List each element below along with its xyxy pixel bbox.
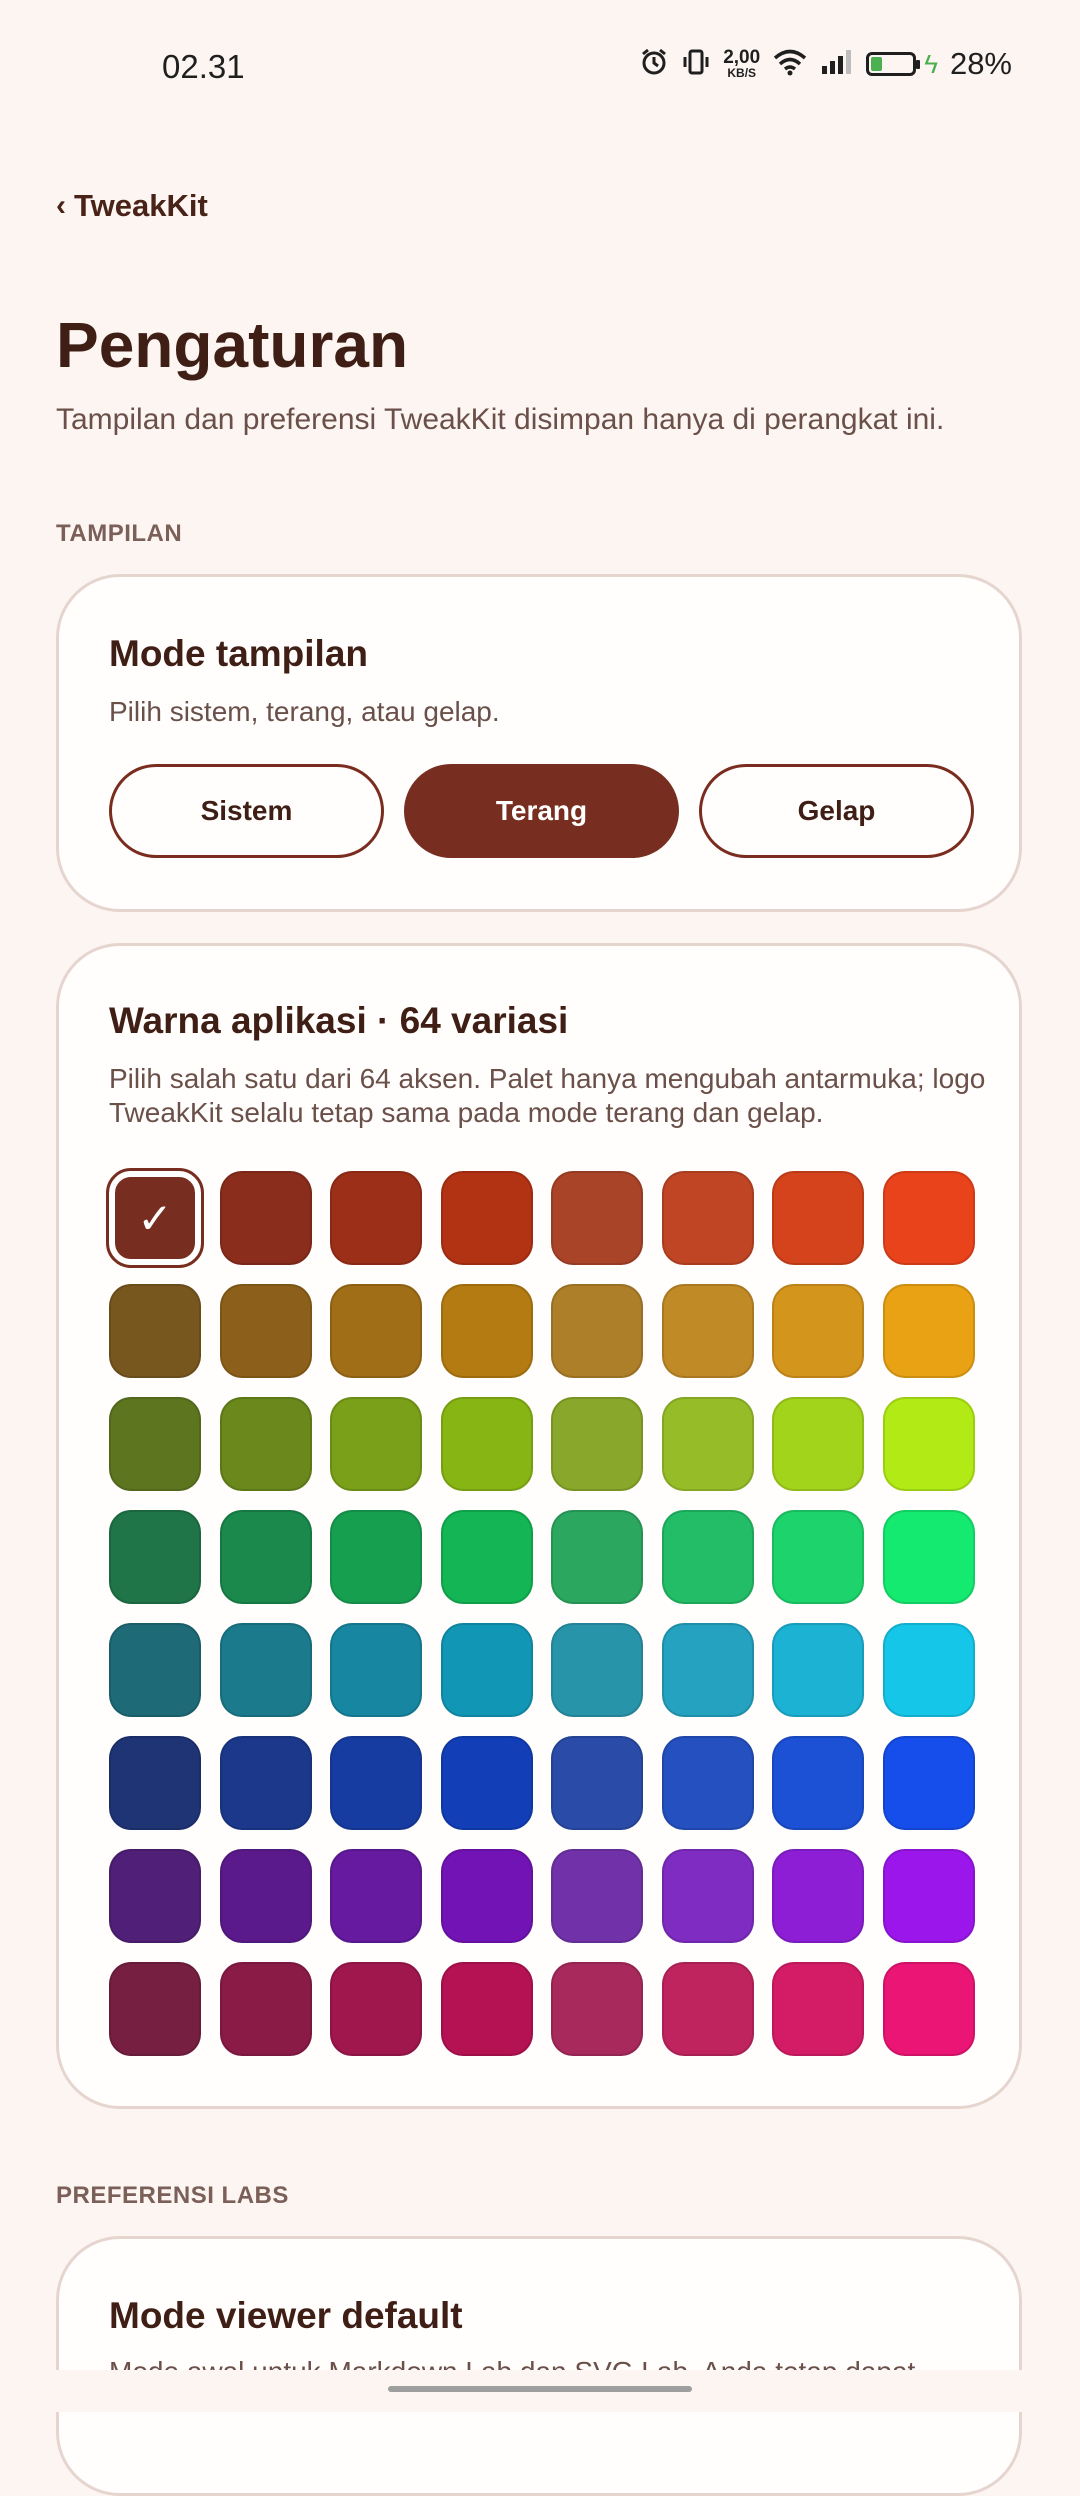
home-indicator[interactable] — [388, 2386, 692, 2392]
color-swatch[interactable] — [440, 1397, 533, 1491]
color-swatch[interactable] — [882, 1849, 975, 1943]
color-swatch[interactable] — [661, 1171, 754, 1265]
color-swatch[interactable] — [109, 1849, 201, 1943]
viewer-mode-card: Mode viewer default Mode awal untuk Mark… — [56, 2236, 1022, 2496]
app-color-description: Pilih salah satu dari 64 aksen. Palet ha… — [109, 1063, 986, 1128]
color-swatch[interactable] — [440, 1623, 533, 1717]
color-swatch[interactable] — [772, 1510, 864, 1604]
color-swatch[interactable] — [882, 1962, 975, 2056]
color-swatch[interactable] — [330, 1849, 422, 1943]
color-swatch[interactable] — [661, 1510, 754, 1604]
page-subtitle: Tampilan dan preferensi TweakKit disimpa… — [56, 403, 945, 436]
color-swatch[interactable] — [661, 1623, 754, 1717]
color-swatch[interactable] — [882, 1284, 975, 1378]
color-swatch[interactable] — [882, 1623, 975, 1717]
color-swatch[interactable] — [330, 1623, 422, 1717]
display-mode-title: Mode tampilan — [109, 633, 369, 674]
color-swatch[interactable] — [109, 1397, 201, 1491]
wifi-icon — [772, 47, 808, 82]
color-swatch[interactable] — [440, 1171, 533, 1265]
color-swatch[interactable] — [551, 1397, 643, 1491]
color-swatch[interactable] — [882, 1397, 975, 1491]
color-swatch[interactable] — [772, 1284, 864, 1378]
color-swatch[interactable] — [551, 1849, 643, 1943]
color-swatch[interactable] — [219, 1849, 312, 1943]
battery-fill — [871, 57, 883, 71]
color-swatch[interactable] — [772, 1736, 864, 1830]
battery-icon — [866, 52, 921, 76]
viewer-mode-title: Mode viewer default — [109, 2295, 463, 2336]
signal-icon — [820, 48, 854, 81]
back-button[interactable]: ‹ TweakKit — [56, 188, 208, 224]
vibrate-icon — [681, 47, 711, 82]
color-swatch[interactable] — [219, 1171, 312, 1265]
color-swatch[interactable] — [772, 1962, 864, 2056]
color-swatch[interactable] — [330, 1510, 422, 1604]
color-swatch[interactable] — [109, 1623, 201, 1717]
page-title: Pengaturan — [56, 309, 409, 381]
color-swatch[interactable] — [330, 1284, 422, 1378]
color-swatch[interactable] — [440, 1284, 533, 1378]
color-swatch[interactable] — [440, 1736, 533, 1830]
section-label-display: TAMPILAN — [56, 520, 183, 547]
color-swatch[interactable] — [109, 1736, 201, 1830]
color-swatch[interactable] — [219, 1397, 312, 1491]
display-mode-card: Mode tampilan Pilih sistem, terang, atau… — [56, 574, 1022, 912]
color-swatch[interactable] — [219, 1623, 312, 1717]
status-time: 02.31 — [162, 48, 245, 85]
net-speed: 2,00 KB/S — [723, 47, 761, 80]
net-speed-value: 2,00 — [723, 47, 761, 68]
mode-option-dark[interactable]: Gelap — [699, 764, 974, 858]
app-color-card: Warna aplikasi · 64 variasi Pilih salah … — [56, 943, 1022, 2109]
color-swatch[interactable] — [661, 1962, 754, 2056]
net-speed-unit: KB/S — [727, 66, 757, 80]
color-swatch-grid: ✓ — [106, 1168, 975, 2056]
status-icons: 2,00 KB/S ϟ 28% — [639, 46, 1012, 82]
color-swatch[interactable] — [219, 1736, 312, 1830]
color-swatch[interactable] — [109, 1284, 201, 1378]
color-swatch[interactable] — [772, 1849, 864, 1943]
color-swatch[interactable] — [882, 1171, 975, 1265]
color-swatch[interactable] — [551, 1171, 643, 1265]
battery-percent: 28% — [949, 46, 1012, 81]
back-label: TweakKit — [74, 188, 208, 223]
color-swatch[interactable] — [219, 1284, 312, 1378]
color-swatch[interactable] — [551, 1962, 643, 2056]
color-swatch[interactable]: ✓ — [106, 1168, 204, 1268]
color-swatch[interactable] — [772, 1171, 864, 1265]
color-swatch[interactable] — [661, 1849, 754, 1943]
mode-option-system[interactable]: Sistem — [109, 764, 384, 858]
color-swatch[interactable] — [330, 1736, 422, 1830]
color-swatch[interactable] — [661, 1284, 754, 1378]
color-swatch[interactable] — [882, 1736, 975, 1830]
color-swatch[interactable] — [440, 1962, 533, 2056]
color-swatch[interactable] — [219, 1962, 312, 2056]
color-swatch[interactable] — [551, 1284, 643, 1378]
color-swatch[interactable] — [772, 1397, 864, 1491]
check-icon: ✓ — [137, 1193, 173, 1243]
charging-icon: ϟ — [924, 48, 938, 79]
color-swatch[interactable] — [551, 1623, 643, 1717]
color-swatch[interactable] — [109, 1962, 201, 2056]
color-swatch[interactable] — [882, 1510, 975, 1604]
color-swatch[interactable] — [661, 1397, 754, 1491]
mode-option-light[interactable]: Terang — [404, 764, 679, 858]
section-label-labs: PREFERENSI LABS — [56, 2182, 289, 2209]
color-swatch[interactable] — [772, 1623, 864, 1717]
color-swatch[interactable] — [330, 1171, 422, 1265]
chevron-left-icon: ‹ — [56, 189, 66, 222]
app-color-title: Warna aplikasi · 64 variasi — [109, 1000, 569, 1041]
color-swatch[interactable] — [551, 1510, 643, 1604]
color-swatch[interactable] — [330, 1962, 422, 2056]
color-swatch[interactable] — [330, 1397, 422, 1491]
color-swatch[interactable] — [440, 1849, 533, 1943]
status-bar: 02.31 2,00 KB/S ϟ 28% — [0, 0, 1080, 140]
color-swatch[interactable] — [219, 1510, 312, 1604]
color-swatch[interactable] — [440, 1510, 533, 1604]
color-swatch[interactable] — [551, 1736, 643, 1830]
alarm-icon — [639, 47, 669, 82]
color-swatch[interactable] — [109, 1510, 201, 1604]
display-mode-description: Pilih sistem, terang, atau gelap. — [109, 696, 500, 727]
color-swatch[interactable] — [661, 1736, 754, 1830]
